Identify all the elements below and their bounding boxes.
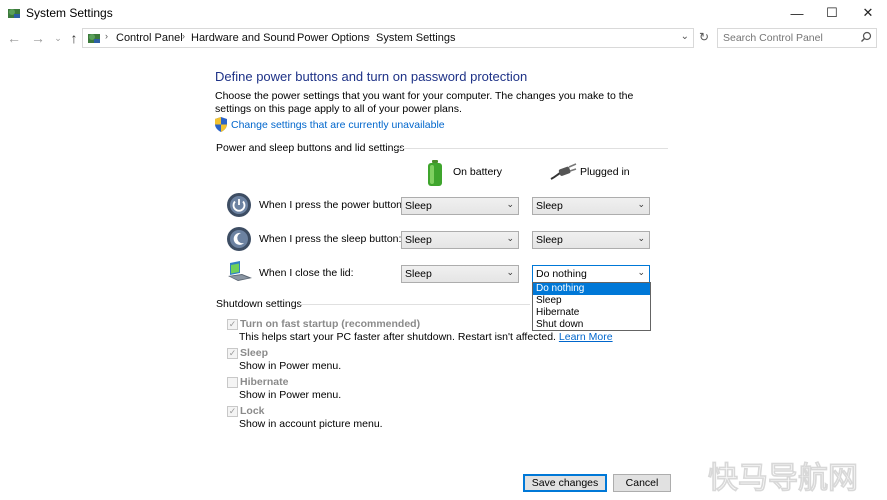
breadcrumb-system-settings[interactable]: System Settings [376, 32, 455, 44]
sleep-button-label: When I press the sleep button: [259, 233, 402, 245]
sleep-label: Sleep [240, 347, 269, 359]
save-changes-button[interactable]: Save changes [523, 474, 607, 492]
title-bar: System Settings — ☐ ✕ [0, 0, 887, 26]
chevron-down-icon: ⌄ [506, 199, 514, 209]
chevron-down-icon: ⌄ [637, 199, 645, 209]
cancel-button[interactable]: Cancel [613, 474, 671, 492]
power-button-plugged-select[interactable]: Sleep ⌄ [532, 197, 650, 215]
minimize-button[interactable]: — [780, 0, 814, 26]
select-value: Sleep [405, 268, 432, 280]
sleep-button-plugged-select[interactable]: Sleep ⌄ [532, 231, 650, 249]
power-button-icon [227, 193, 251, 217]
dropdown-option-shut-down[interactable]: Shut down [533, 319, 650, 331]
sleep-button-battery-select[interactable]: Sleep ⌄ [401, 231, 519, 249]
change-settings-link[interactable]: Change settings that are currently unava… [231, 119, 445, 131]
power-plug-icon [550, 163, 577, 180]
close-lid-plugged-select[interactable]: Do nothing ⌄ [532, 265, 650, 283]
fast-startup-description-text: This helps start your PC faster after sh… [239, 331, 556, 343]
search-icon[interactable] [860, 31, 872, 43]
select-value: Sleep [536, 234, 563, 246]
select-value: Sleep [405, 234, 432, 246]
section-divider [300, 304, 530, 305]
breadcrumb-hardware-and-sound[interactable]: Hardware and Sound [191, 32, 295, 44]
sleep-description: Show in Power menu. [239, 360, 342, 372]
back-button[interactable]: ← [6, 30, 22, 46]
power-button-label: When I press the power button: [259, 199, 405, 211]
fast-startup-label: Turn on fast startup (recommended) [240, 318, 421, 330]
battery-icon [428, 160, 442, 186]
breadcrumb-power-options[interactable]: Power Options [297, 32, 369, 44]
breadcrumb-control-panel[interactable]: Control Panel [116, 32, 183, 44]
shutdown-section-title: Shutdown settings [216, 298, 302, 310]
chevron-right-icon: › [105, 31, 108, 41]
address-bar[interactable]: › Control Panel › Hardware and Sound › P… [82, 28, 694, 48]
chevron-right-icon[interactable]: › [367, 31, 370, 41]
plugged-in-column-header: Plugged in [580, 166, 630, 178]
chevron-down-icon: ⌄ [506, 267, 514, 277]
dropdown-option-sleep[interactable]: Sleep [533, 295, 650, 307]
hibernate-checkbox[interactable] [227, 377, 238, 388]
uac-shield-icon [215, 117, 227, 132]
laptop-lid-icon [228, 261, 252, 281]
power-button-battery-select[interactable]: Sleep ⌄ [401, 197, 519, 215]
dropdown-option-do-nothing[interactable]: Do nothing [533, 283, 650, 295]
close-lid-battery-select[interactable]: Sleep ⌄ [401, 265, 519, 283]
lock-label: Lock [240, 405, 265, 417]
lock-checkbox[interactable]: ✓ [227, 406, 238, 417]
control-panel-icon [88, 34, 100, 43]
chevron-right-icon[interactable]: › [288, 31, 291, 41]
page-description: Choose the power settings that you want … [215, 90, 634, 115]
control-panel-icon [8, 9, 20, 18]
chevron-down-icon[interactable]: ⌄ [681, 31, 689, 42]
close-lid-label: When I close the lid: [259, 267, 354, 279]
hibernate-description: Show in Power menu. [239, 389, 342, 401]
chevron-down-icon: ⌄ [637, 233, 645, 243]
hibernate-label: Hibernate [240, 376, 289, 388]
on-battery-column-header: On battery [453, 166, 503, 178]
dropdown-option-hibernate[interactable]: Hibernate [533, 307, 650, 319]
maximize-button[interactable]: ☐ [815, 0, 849, 26]
fast-startup-checkbox[interactable]: ✓ [227, 319, 238, 330]
lock-description: Show in account picture menu. [239, 418, 383, 430]
up-button[interactable]: ↑ [66, 30, 82, 46]
learn-more-link[interactable]: Learn More [559, 331, 613, 343]
search-input[interactable] [723, 31, 853, 45]
fast-startup-description: This helps start your PC faster after sh… [239, 331, 613, 343]
sleep-checkbox[interactable]: ✓ [227, 348, 238, 359]
search-box[interactable] [717, 28, 877, 48]
watermark-logo: 快马导航网 [708, 461, 859, 496]
power-buttons-section-title: Power and sleep buttons and lid settings [216, 142, 405, 154]
navigation-bar: ← → ⌄ ↑ › Control Panel › Hardware and S… [0, 26, 887, 51]
forward-button[interactable]: → [30, 30, 46, 46]
chevron-down-icon: ⌄ [637, 267, 645, 277]
chevron-right-icon[interactable]: › [182, 31, 185, 41]
refresh-button[interactable]: ↻ [696, 30, 712, 46]
section-divider [393, 148, 668, 149]
recent-locations-button[interactable]: ⌄ [50, 30, 66, 46]
close-button[interactable]: ✕ [851, 0, 885, 26]
sleep-button-icon [227, 227, 251, 251]
close-lid-plugged-dropdown: Do nothing Sleep Hibernate Shut down [532, 282, 651, 331]
page-title: Define power buttons and turn on passwor… [215, 69, 528, 84]
select-value: Sleep [536, 200, 563, 212]
chevron-down-icon: ⌄ [506, 233, 514, 243]
window-title: System Settings [26, 6, 113, 20]
watermark-text: 快马导航网 [708, 461, 858, 496]
select-value: Do nothing [536, 268, 587, 280]
select-value: Sleep [405, 200, 432, 212]
